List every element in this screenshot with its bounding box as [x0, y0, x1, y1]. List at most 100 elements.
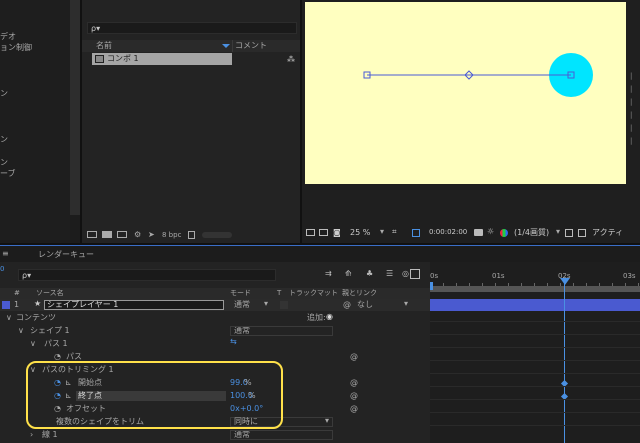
frame-blend-icon[interactable]: ☰ — [386, 270, 393, 278]
comp-icon — [95, 55, 104, 63]
zoom-select[interactable]: 25 % — [350, 229, 370, 237]
left-panel: デオ ョン制御 ン ン ン ーブ — [0, 0, 70, 240]
highlight-annotation — [26, 361, 283, 429]
playhead-handle[interactable] — [560, 278, 570, 285]
left-panel-item[interactable]: ン — [0, 136, 8, 144]
timeline-controls: 0 ρ▾ ⇉ ⟰ ♣ ☰ ◎ — [0, 262, 430, 288]
grid-icon[interactable] — [578, 229, 586, 237]
left-panel-item[interactable]: デオ — [0, 33, 16, 41]
layer-mode[interactable]: 通常 — [234, 301, 250, 309]
hamburger-icon[interactable]: ≡ — [2, 250, 9, 258]
thumbnail-slider[interactable] — [202, 232, 232, 238]
property-row[interactable]: › 線 1 通常 — [0, 429, 430, 441]
pickwhip-icon[interactable]: @ — [350, 379, 358, 387]
layer-row[interactable]: 1 ★ シェイプレイヤー 1 通常 ▾ @ なし ▾ — [0, 299, 430, 311]
layer-number: 1 — [14, 300, 20, 309]
motion-blur-icon[interactable]: ◎ — [402, 270, 409, 278]
col-hash[interactable]: # — [14, 290, 20, 297]
col-name[interactable]: 名前 — [96, 42, 112, 50]
bpc-label[interactable]: 8 bpc — [162, 232, 181, 239]
chevron-down-icon[interactable]: ▾ — [404, 300, 408, 308]
project-item[interactable]: コンポ 1 — [92, 53, 232, 65]
expand-caret-icon[interactable]: ∨ — [30, 340, 36, 348]
project-search[interactable]: ρ▾ — [87, 22, 297, 34]
pickwhip-icon[interactable]: @ — [350, 392, 358, 400]
trackmatte-box[interactable] — [280, 301, 288, 309]
col-parent[interactable]: 親とリンク — [342, 290, 377, 297]
pickwhip-icon[interactable]: @ — [350, 353, 358, 361]
color-icon[interactable]: ☼ — [487, 228, 494, 236]
pickwhip-icon[interactable]: @ — [343, 301, 351, 309]
snapshot-icon[interactable] — [474, 229, 483, 236]
comp-canvas[interactable] — [305, 2, 626, 184]
left-panel-item[interactable]: ン — [0, 159, 8, 167]
left-panel-item[interactable]: ョン制御 — [0, 44, 32, 52]
settings-icon[interactable]: ⚙ — [134, 231, 141, 239]
comp-flowchart-icon[interactable]: ⇉ — [325, 270, 332, 278]
preview-icon[interactable] — [306, 229, 315, 236]
ruler-label: 03s — [623, 272, 636, 280]
trash-icon[interactable] — [188, 231, 195, 239]
zoom-chevron-icon[interactable]: ▾ — [380, 228, 384, 236]
transparency-icon[interactable] — [412, 229, 420, 237]
project-item-name: コンポ 1 — [107, 54, 139, 63]
timecode-small[interactable]: 0 — [0, 266, 4, 273]
left-scrollbar[interactable] — [70, 0, 80, 215]
timecode[interactable]: 0:00:02:00 — [429, 229, 467, 236]
stopwatch-icon[interactable]: ◔ — [54, 353, 61, 361]
flowchart-icon[interactable]: ⁂ — [287, 55, 295, 64]
roi-icon[interactable] — [565, 229, 573, 237]
new-comp-icon[interactable] — [117, 231, 127, 238]
channel-icon[interactable] — [500, 229, 508, 237]
graph-editor-icon[interactable] — [410, 269, 420, 279]
tab-render-queue[interactable]: レンダーキュー — [38, 251, 94, 259]
draft-3d-icon[interactable]: ⟰ — [345, 270, 352, 278]
left-panel-item[interactable]: ーブ — [0, 170, 16, 178]
send-icon[interactable]: ➤ — [148, 231, 155, 239]
expand-caret-icon[interactable]: › — [30, 431, 33, 439]
chevron-down-icon[interactable]: ▾ — [325, 417, 329, 425]
layer-bar[interactable] — [430, 299, 640, 311]
time-ruler[interactable]: 0s 01s 02s 03s — [430, 266, 640, 288]
mask-icon[interactable]: ◙ — [333, 229, 341, 237]
work-area-bar[interactable] — [430, 286, 640, 292]
expand-caret-icon[interactable]: ∨ — [6, 314, 12, 322]
monitor-icon[interactable] — [319, 229, 328, 236]
viewer-toolbar: ◙ 25 % ▾ ⌗ 0:00:02:00 ☼ (1/4画質) ▾ アクティ — [302, 226, 640, 240]
label-color[interactable] — [2, 301, 10, 309]
col-trackmatte[interactable]: トラックマット — [289, 290, 338, 297]
project-panel: ρ▾ 名前 コメント コンポ 1 ⁂ ⚙ ➤ 8 bpc — [82, 0, 300, 243]
active-camera-label[interactable]: アクティ — [592, 229, 623, 237]
layer-parent[interactable]: なし — [357, 301, 373, 309]
property-row[interactable]: ∨ パス 1 ⇆ — [0, 338, 430, 350]
col-comment[interactable]: コメント — [235, 42, 267, 50]
expand-caret-icon[interactable]: ∨ — [18, 327, 24, 335]
time-graph: 0s 01s 02s 03s — [430, 262, 640, 443]
property-label: 線 1 — [42, 430, 58, 439]
work-area-start[interactable] — [430, 282, 433, 290]
interpret-footage-icon[interactable] — [87, 231, 97, 238]
timeline-search[interactable]: ρ▾ — [18, 269, 276, 281]
add-label[interactable]: 追加: — [307, 314, 326, 322]
col-source[interactable]: ソース名 — [36, 290, 64, 297]
col-mode[interactable]: モード — [230, 290, 251, 297]
mode-dropdown-box[interactable] — [230, 430, 333, 440]
ae-window: デオ ョン制御 ン ン ン ーブ ρ▾ 名前 コメント コンポ 1 ⁂ ⚙ ➤ — [0, 0, 640, 443]
resolution-select[interactable]: (1/4画質) — [514, 229, 549, 237]
col-t[interactable]: T — [277, 290, 281, 297]
new-folder-icon[interactable] — [102, 231, 112, 238]
playhead-line — [564, 282, 565, 443]
search-icon: ρ▾ — [22, 271, 32, 280]
shy-icon[interactable]: ♣ — [366, 270, 373, 278]
property-row[interactable]: ∨ シェイプ 1 通常 — [0, 325, 430, 337]
resolution-chevron-icon[interactable]: ▾ — [556, 228, 560, 236]
add-button-icon[interactable]: ◉ — [326, 313, 333, 321]
property-row[interactable]: ∨ コンテンツ 追加: ◉ — [0, 312, 430, 324]
chevron-down-icon[interactable]: ▾ — [264, 300, 268, 308]
left-panel-item[interactable]: ン — [0, 90, 8, 98]
pickwhip-icon[interactable]: @ — [350, 405, 358, 413]
star-icon: ★ — [34, 299, 42, 308]
safe-zone-icon[interactable]: ⌗ — [392, 228, 397, 236]
mode-dropdown-box[interactable] — [230, 326, 333, 336]
path-direction-icon[interactable]: ⇆ — [230, 338, 237, 346]
